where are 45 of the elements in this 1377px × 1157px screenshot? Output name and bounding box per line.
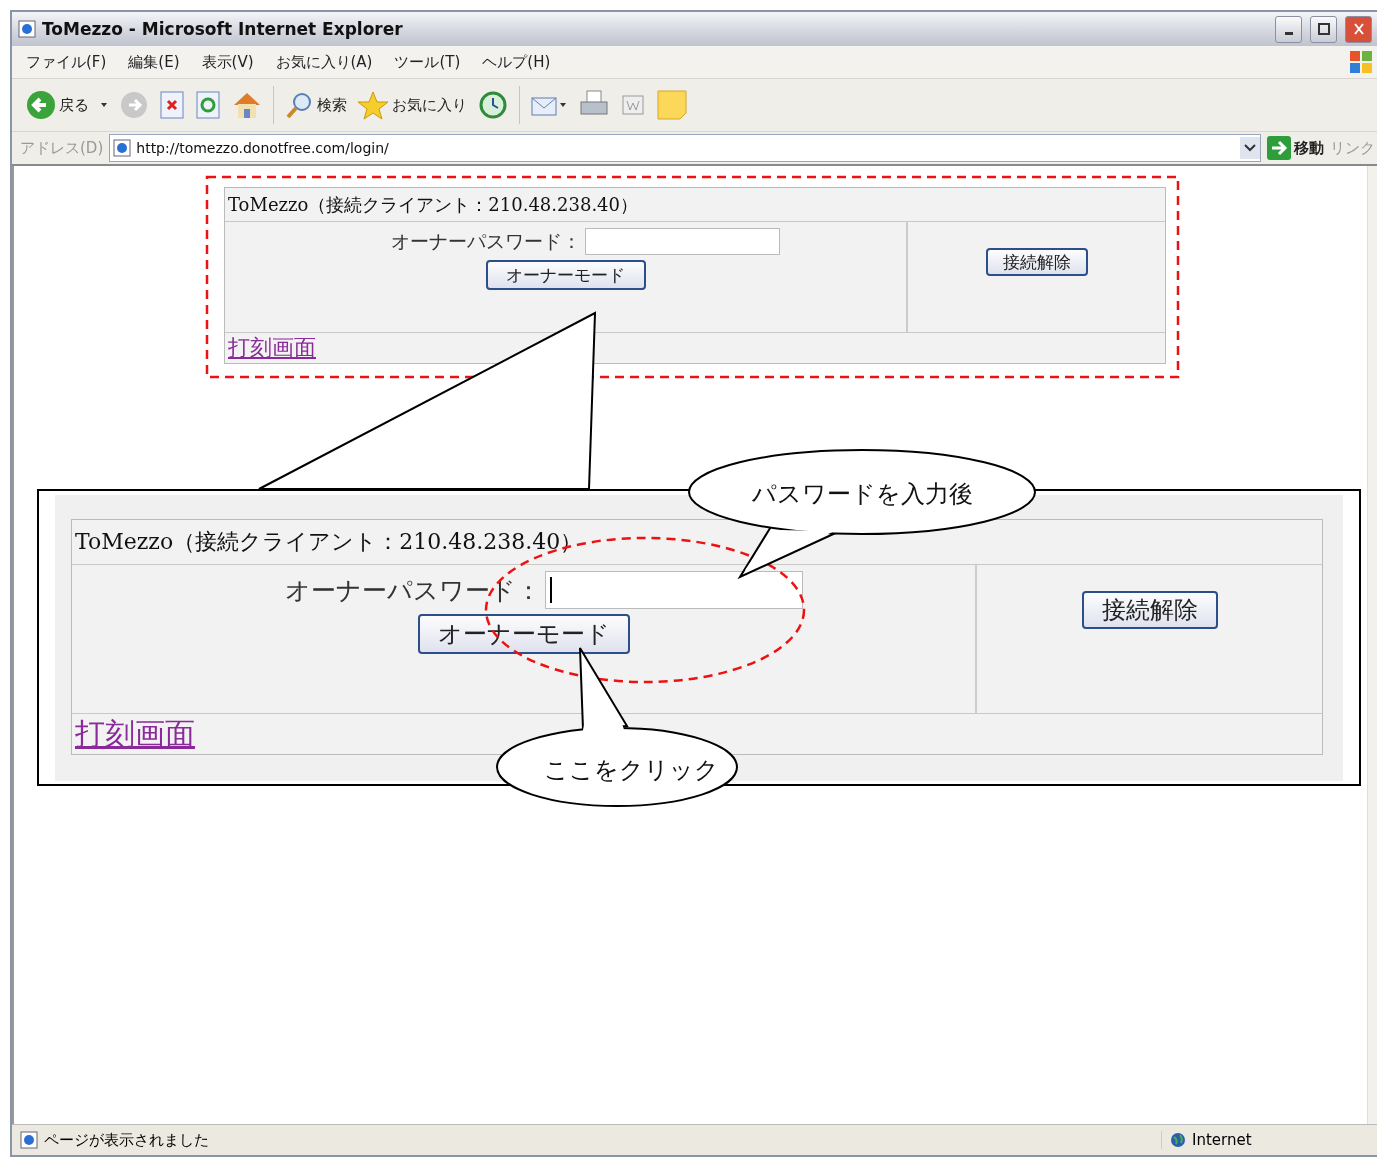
stop-icon[interactable] [159,91,185,119]
disconnect-button[interactable]: 接続解除 [1081,591,1218,629]
menu-item[interactable]: ツール(T) [394,52,461,72]
refresh-icon[interactable] [195,91,221,119]
ie-page-icon [18,20,36,38]
callout-text: ここをクリック [544,755,719,786]
back-button[interactable]: 戻る [26,90,89,120]
password-label: オーナーパスワード： [284,574,541,607]
search-icon [284,90,314,120]
edit-icon[interactable] [620,92,646,118]
page-icon [20,1131,38,1149]
history-icon[interactable] [477,90,509,120]
zone-text: Internet [1192,1131,1252,1149]
minimize-button[interactable] [1275,15,1302,43]
address-field[interactable]: http://tomezzo.donotfree.com/login/ [109,134,1261,162]
go-button[interactable]: 移動 [1267,136,1324,160]
menu-item[interactable]: ファイル(F) [26,52,107,72]
address-label: アドレス(D) [20,138,104,158]
minimize-icon [1284,31,1293,35]
disconnect-button[interactable]: 接続解除 [985,248,1088,276]
password-label: オーナーパスワード： [391,228,581,254]
status-text: ページが表示されました [44,1130,209,1150]
menu-item[interactable]: お気に入り(A) [275,52,373,72]
close-button[interactable] [1345,15,1372,43]
search-button[interactable]: 検索 [284,90,347,120]
owner-mode-button[interactable]: オーナーモード [485,260,646,290]
menu-item[interactable]: 編集(E) [128,52,180,72]
password-field[interactable] [585,228,780,255]
maximize-button[interactable] [1310,15,1337,43]
forward-button-icon[interactable] [119,90,149,120]
favorites-button[interactable]: お気に入り [357,90,467,120]
owner-mode-button[interactable]: オーナーモード [417,614,630,654]
maximize-icon [1317,23,1330,35]
stamp-screen-link[interactable]: 打刻画面 [228,333,316,363]
menu-item[interactable]: 表示(V) [201,52,254,72]
menu-item[interactable]: ヘルプ(H) [482,52,551,72]
callout-text: パスワードを入力後 [752,479,973,510]
stamp-screen-link[interactable]: 打刻画面 [75,713,195,755]
star-icon [357,90,389,120]
windows-logo-icon [1348,49,1374,75]
form-title: ToMezzo（接続クライアント：210.48.238.40） [228,192,639,217]
window-title: ToMezzo - Microsoft Internet Explorer [42,19,403,39]
page-icon [113,139,132,157]
close-icon [1353,23,1364,35]
globe-icon [1170,1132,1186,1148]
